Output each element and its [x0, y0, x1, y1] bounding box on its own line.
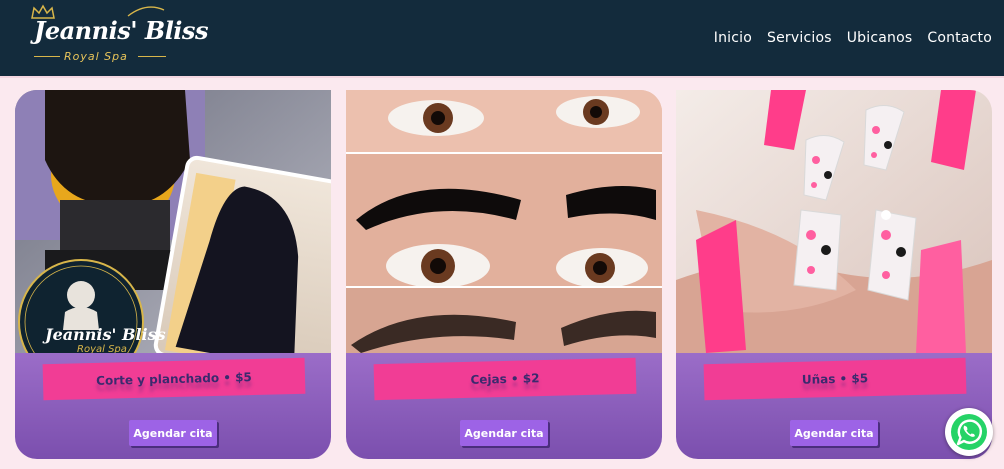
- service-info: Uñas • $5 Agendar cita: [676, 353, 992, 459]
- nav-inicio[interactable]: Inicio: [714, 30, 752, 46]
- service-card-corte: Jeannis' Bliss Royal Spa Corte y plancha…: [15, 90, 331, 459]
- whatsapp-icon: [951, 414, 987, 450]
- service-title: Corte y planchado • $5: [96, 370, 252, 388]
- logo-name: Jeannis' Bliss: [34, 16, 208, 45]
- nav-contacto[interactable]: Contacto: [927, 30, 992, 46]
- badge-logo-tagline: Royal Spa: [77, 344, 127, 353]
- nav-ubicanos[interactable]: Ubicanos: [847, 30, 913, 46]
- site-header: Jeannis' Bliss Royal Spa Inicio Servicio…: [0, 0, 1004, 78]
- logo-divider: [138, 56, 166, 57]
- service-info: Corte y planchado • $5 Agendar cita: [15, 353, 331, 459]
- nav-servicios[interactable]: Servicios: [767, 30, 832, 46]
- badge-logo-name: Jeannis' Bliss: [42, 325, 166, 344]
- main-nav: Inicio Servicios Ubicanos Contacto: [714, 30, 992, 46]
- book-button[interactable]: Agendar cita: [460, 420, 548, 446]
- service-title: Cejas • $2: [470, 371, 540, 387]
- service-title-banner: Corte y planchado • $5: [42, 357, 306, 401]
- service-title: Uñas • $5: [801, 371, 869, 387]
- nails-photo: [676, 90, 992, 353]
- eyebrows-photo: [346, 90, 662, 353]
- service-title-banner: Uñas • $5: [703, 357, 967, 401]
- logo-tagline: Royal Spa: [64, 50, 128, 63]
- service-title-banner: Cejas • $2: [373, 357, 637, 401]
- book-button[interactable]: Agendar cita: [129, 420, 217, 446]
- service-card-cejas: Cejas • $2 Agendar cita: [346, 90, 662, 459]
- site-logo[interactable]: Jeannis' Bliss Royal Spa: [26, 4, 208, 70]
- logo-divider: [34, 56, 60, 57]
- service-card-unas: Uñas • $5 Agendar cita: [676, 90, 992, 459]
- service-info: Cejas • $2 Agendar cita: [346, 353, 662, 459]
- whatsapp-button[interactable]: [945, 408, 993, 456]
- hair-photo: Jeannis' Bliss Royal Spa: [15, 90, 331, 353]
- book-button[interactable]: Agendar cita: [790, 420, 878, 446]
